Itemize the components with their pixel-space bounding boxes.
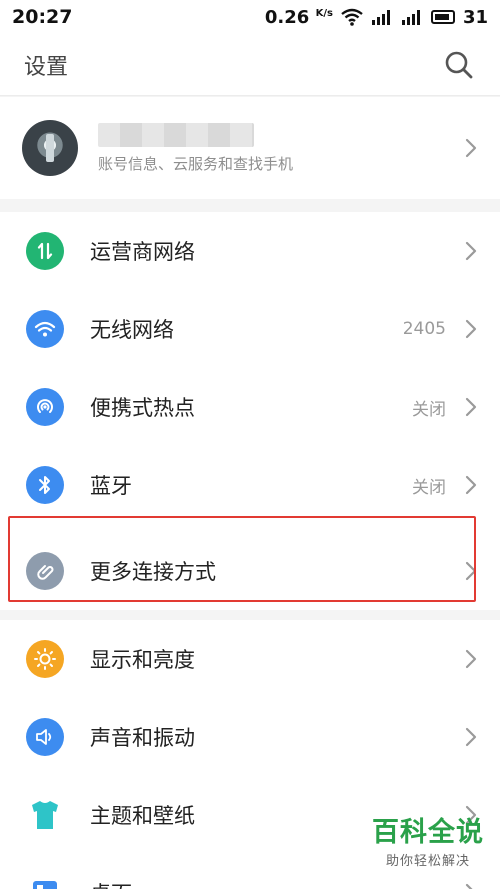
wifi-status-icon [341,8,363,26]
chevron-right-icon [465,319,477,339]
settings-item-carrier-network[interactable]: 运营商网络 [0,212,500,290]
app-header: 设置 [0,34,500,96]
search-icon [445,51,473,78]
account-name-blurred [98,122,254,147]
settings-item-label: 显示和亮度 [90,648,195,672]
status-time: 20:27 [12,6,73,28]
hotspot-icon [26,388,64,426]
chevron-right-icon [465,138,477,158]
settings-item-value: 2405 [402,319,446,339]
search-button[interactable] [442,48,476,82]
chevron-right-icon [465,241,477,261]
desktop-icon [26,874,64,889]
status-right: 0.26 K/s 31 [265,7,488,28]
page-title: 设置 [24,54,69,80]
bluetooth-icon [26,466,64,504]
account-subtitle: 账号信息、云服务和查找手机 [98,154,294,173]
carrier-network-icon [26,232,64,270]
sound-icon [26,718,64,756]
settings-item-bluetooth[interactable]: 蓝牙 关闭 [0,446,500,524]
watermark: 百科全说 助你轻松解决 [372,810,484,869]
brightness-icon [26,640,64,678]
account-text: 账号信息、云服务和查找手机 [98,122,464,174]
chevron-right-icon [465,727,477,747]
status-bar: 20:27 0.26 K/s 31 [0,0,500,34]
chevron-right-icon [465,649,477,669]
chevron-right-icon [465,475,477,495]
settings-item-label: 桌面 [90,878,464,889]
network-speed: 0.26 K/s [264,6,333,28]
signal-4g-icon [371,10,390,25]
avatar [22,120,78,176]
settings-item-value: 关闭 [412,399,446,420]
signal-icon [401,10,420,25]
highlight-box [8,516,476,602]
settings-item-label: 运营商网络 [90,240,195,264]
watermark-subtitle: 助你轻松解决 [385,854,470,869]
settings-item-label: 蓝牙 [90,474,132,498]
watermark-title: 百科全说 [372,817,484,848]
theme-icon [26,796,64,834]
battery-level: 31 [462,6,488,28]
settings-item-sound[interactable]: 声音和振动 [0,698,500,776]
settings-item-wifi[interactable]: 无线网络 2405 [0,290,500,368]
settings-item-display[interactable]: 显示和亮度 [0,620,500,698]
settings-item-value: 关闭 [412,477,446,498]
settings-item-label: 便携式热点 [90,396,195,420]
wifi-icon [26,310,64,348]
chevron-right-icon [465,397,477,417]
chevron-right-icon [465,883,473,889]
settings-item-hotspot[interactable]: 便携式热点 关闭 [0,368,500,446]
account-card[interactable]: 账号信息、云服务和查找手机 [0,97,500,199]
settings-item-label: 无线网络 [90,318,174,342]
battery-icon [430,10,455,24]
settings-item-label: 声音和振动 [90,726,195,750]
